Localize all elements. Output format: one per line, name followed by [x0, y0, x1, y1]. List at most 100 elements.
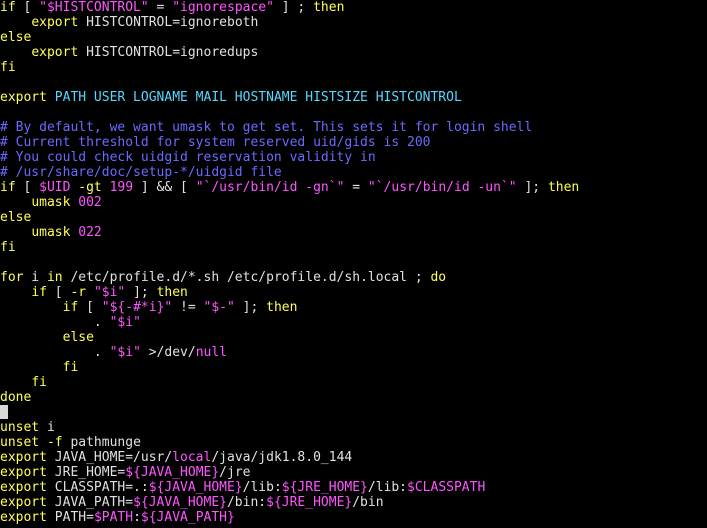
var-token: $UID: [39, 180, 71, 195]
default-token: JRE_HOME=: [46, 465, 126, 480]
string-token: ": [93, 285, 102, 300]
keyword-token: then: [156, 285, 188, 300]
builtin-token: PATH USER LOGNAME MAIL HOSTNAME HISTSIZE…: [46, 90, 462, 105]
default-token: /lib:: [367, 480, 408, 495]
code-line: . "$i": [0, 315, 141, 330]
var-token: $i: [117, 345, 134, 360]
comment-token: # You could check uidgid reservation val…: [0, 150, 376, 165]
default-token: /jre: [219, 465, 251, 480]
comment-token: # /usr/share/doc/setup-*/uidgid file: [0, 165, 282, 180]
keyword-token: if: [31, 285, 47, 300]
keyword-token: umask: [31, 225, 71, 240]
var-token: $CLASSPATH: [407, 480, 486, 495]
code-line: export JAVA_HOME=/usr/local/java/jdk1.8.…: [0, 450, 352, 465]
keyword-token: fi: [0, 240, 16, 255]
keyword-token: export: [0, 480, 47, 495]
default-token: HISTCONTROL=ignoredups: [78, 45, 259, 60]
var-token: ${JAVA_HOME}: [125, 465, 220, 480]
default-token: :: [133, 510, 141, 525]
comment-token: # Current threshold for system reserved …: [0, 135, 431, 150]
code-line: # /usr/share/doc/setup-*/uidgid file: [0, 165, 282, 180]
default-token: /lib:: [242, 480, 282, 495]
keyword-token: -gt: [78, 180, 102, 195]
default-token: [0, 360, 63, 375]
default-token: [0, 15, 31, 30]
code-line: . "$i" >/dev/null: [0, 345, 227, 360]
code-line: export PATH=$PATH:${JAVA_PATH}: [0, 510, 235, 525]
var-token: ${JAVA_HOME}: [148, 480, 243, 495]
default-token: pathmunge: [62, 435, 141, 450]
var-token: ${JAVA_PATH}: [140, 510, 235, 525]
default-token: /bin:: [226, 495, 267, 510]
keyword-token: if: [0, 0, 16, 15]
keyword-token: if: [0, 180, 16, 195]
keyword-token: fi: [0, 60, 16, 75]
default-token: JAVA_PATH=: [46, 495, 134, 510]
default-token: [39, 435, 47, 450]
default-token: JAVA_HOME=/usr/: [46, 450, 173, 465]
default-token: i: [39, 420, 55, 435]
text-cursor: [0, 405, 8, 419]
code-line: # You could check uidgid reservation val…: [0, 150, 376, 165]
default-token: [0, 300, 63, 315]
code-line: export HISTCONTROL=ignoreboth: [0, 15, 258, 30]
code-line: # By default, we want umask to get set. …: [0, 120, 532, 135]
string-token: ": [39, 0, 47, 15]
default-token: CLASSPATH=.:: [46, 480, 149, 495]
keyword-token: for: [0, 270, 24, 285]
var-token: ${JRE_HOME}: [266, 495, 353, 510]
code-line: if [ "${-#*i}" != "$-" ]; then: [0, 300, 298, 315]
keyword-token: fi: [31, 375, 47, 390]
keyword-token: do: [430, 270, 447, 285]
var-token: $i: [117, 315, 134, 330]
code-line: if [ -r "$i" ]; then: [0, 285, 188, 300]
keyword-token: fi: [62, 360, 79, 375]
default-token: ] ;: [273, 0, 314, 15]
default-token: [0, 375, 31, 390]
keyword-token: done: [0, 390, 32, 405]
string-token: "`/usr/bin/id -gn`": [195, 180, 345, 195]
code-line: unset -f pathmunge: [0, 435, 141, 450]
terminal-window[interactable]: if [ "$HISTCONTROL" = "ignorespace" ] ; …: [0, 0, 707, 528]
code-line: unset i: [0, 420, 55, 435]
default-token: i: [23, 270, 47, 285]
keyword-token: export: [0, 465, 47, 480]
var-token: ${JAVA_HOME}: [133, 495, 227, 510]
code-line: export CLASSPATH=.:${JAVA_HOME}/lib:${JR…: [0, 480, 485, 495]
default-token: .: [0, 315, 110, 330]
keyword-token: then: [547, 180, 580, 195]
var-token: $PATH: [93, 510, 134, 525]
default-token: ];: [125, 285, 157, 300]
code-line: export PATH USER LOGNAME MAIL HOSTNAME H…: [0, 90, 462, 105]
default-token: [0, 285, 31, 300]
keyword-token: umask: [31, 195, 71, 210]
keyword-token: then: [313, 0, 345, 15]
code-line: else: [0, 30, 31, 45]
default-token: /etc/profile.d/*.sh /etc/profile.d/sh.lo…: [62, 270, 431, 285]
code-line: # Current threshold for system reserved …: [0, 135, 430, 150]
default-token: [: [78, 300, 102, 315]
keyword-token: -r: [70, 285, 87, 300]
string-token: 002: [78, 195, 102, 210]
keyword-token: -f: [46, 435, 63, 450]
default-token: [0, 225, 31, 240]
code-line: if [ "$HISTCONTROL" = "ignorespace" ] ; …: [0, 0, 344, 15]
default-token: ];: [516, 180, 548, 195]
keyword-token: in: [46, 270, 63, 285]
default-token: [0, 330, 63, 345]
code-line: fi: [0, 60, 16, 75]
keyword-token: export: [0, 495, 47, 510]
default-token: PATH=: [46, 510, 94, 525]
default-token: ] && [: [133, 180, 196, 195]
default-token: =: [344, 180, 368, 195]
default-token: HISTCONTROL=ignoreboth: [78, 15, 259, 30]
keyword-token: export: [31, 15, 79, 30]
string-token: ": [133, 315, 141, 330]
var-token: ${-#*i}: [109, 300, 165, 315]
code-line: if [ $UID -gt 199 ] && [ "`/usr/bin/id -…: [0, 180, 579, 195]
default-token: =: [148, 0, 173, 15]
string-token: 199: [109, 180, 134, 195]
code-line: umask 022: [0, 225, 101, 240]
keyword-token: else: [62, 330, 94, 345]
code-line: for i in /etc/profile.d/*.sh /etc/profil…: [0, 270, 446, 285]
